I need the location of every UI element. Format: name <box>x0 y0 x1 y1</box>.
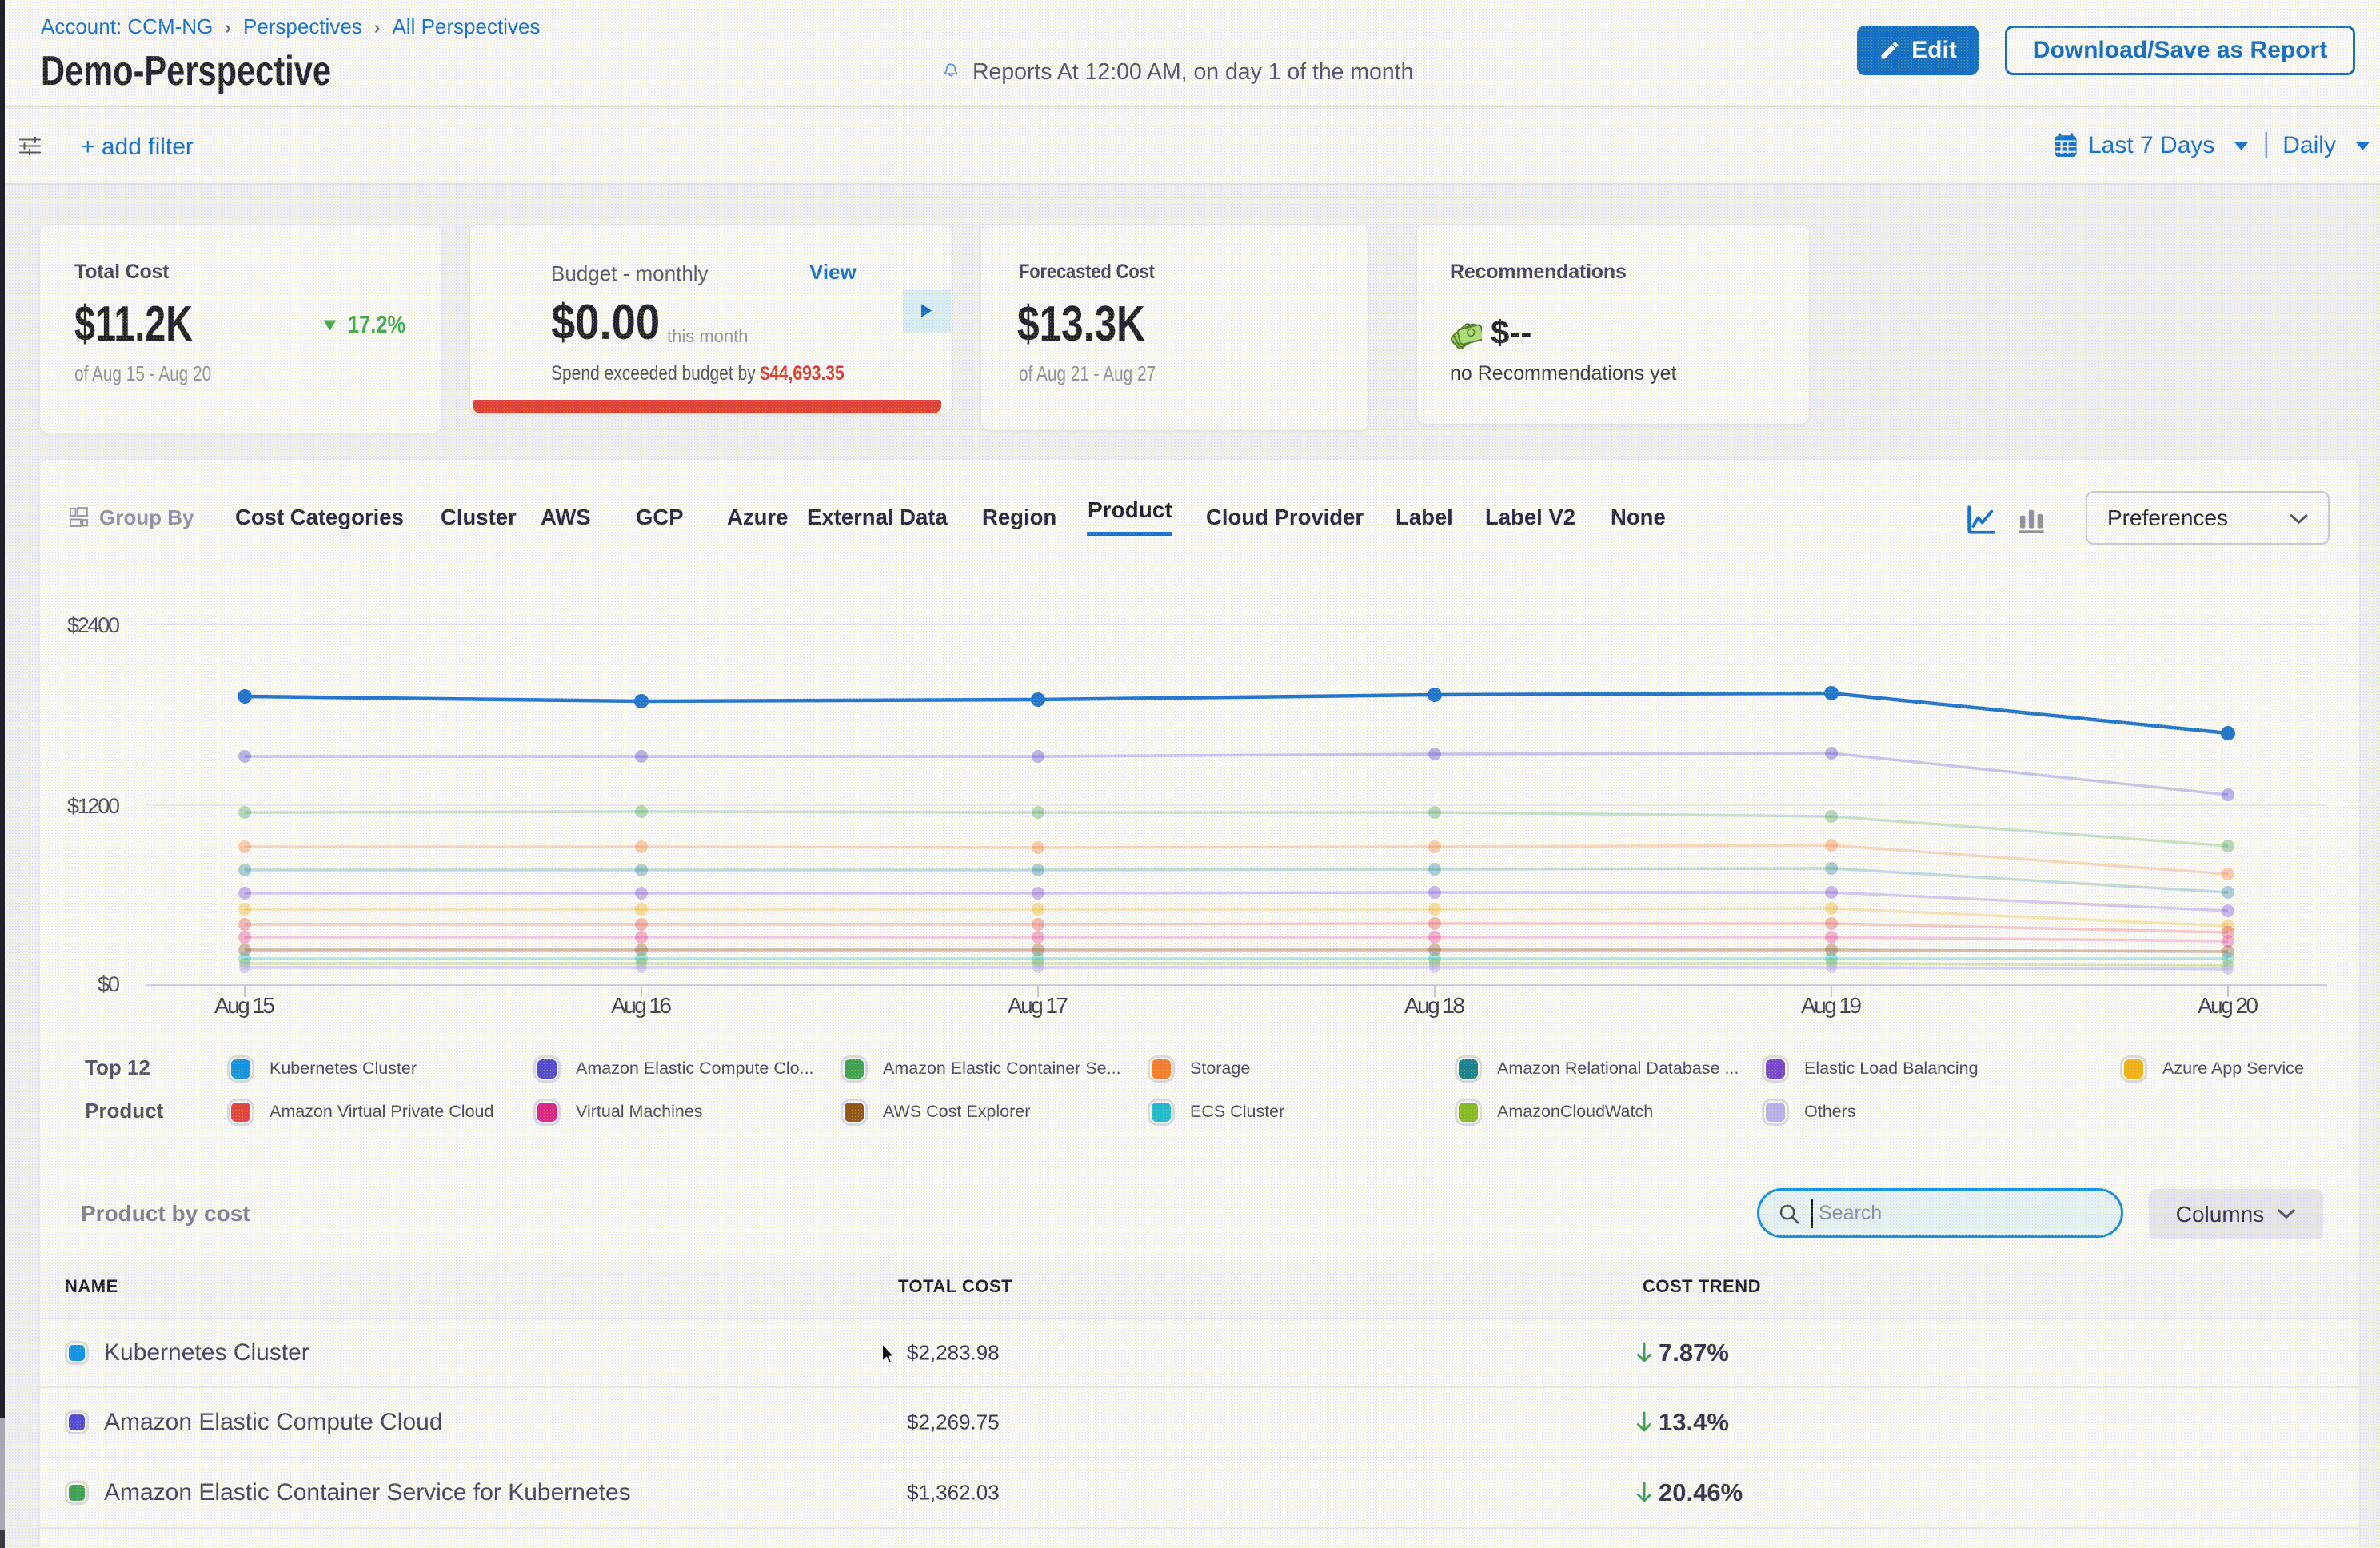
svg-text:Aug 19: Aug 19 <box>1801 993 1862 1018</box>
svg-text:Aug 20: Aug 20 <box>2198 993 2258 1018</box>
svg-text:$1200: $1200 <box>67 794 120 818</box>
svg-text:Aug 16: Aug 16 <box>611 993 672 1018</box>
svg-text:Aug 15: Aug 15 <box>214 993 275 1018</box>
svg-text:Aug 18: Aug 18 <box>1404 993 1465 1018</box>
svg-text:$0: $0 <box>98 972 120 996</box>
svg-text:$2400: $2400 <box>67 613 120 637</box>
svg-text:Aug 17: Aug 17 <box>1008 993 1068 1018</box>
